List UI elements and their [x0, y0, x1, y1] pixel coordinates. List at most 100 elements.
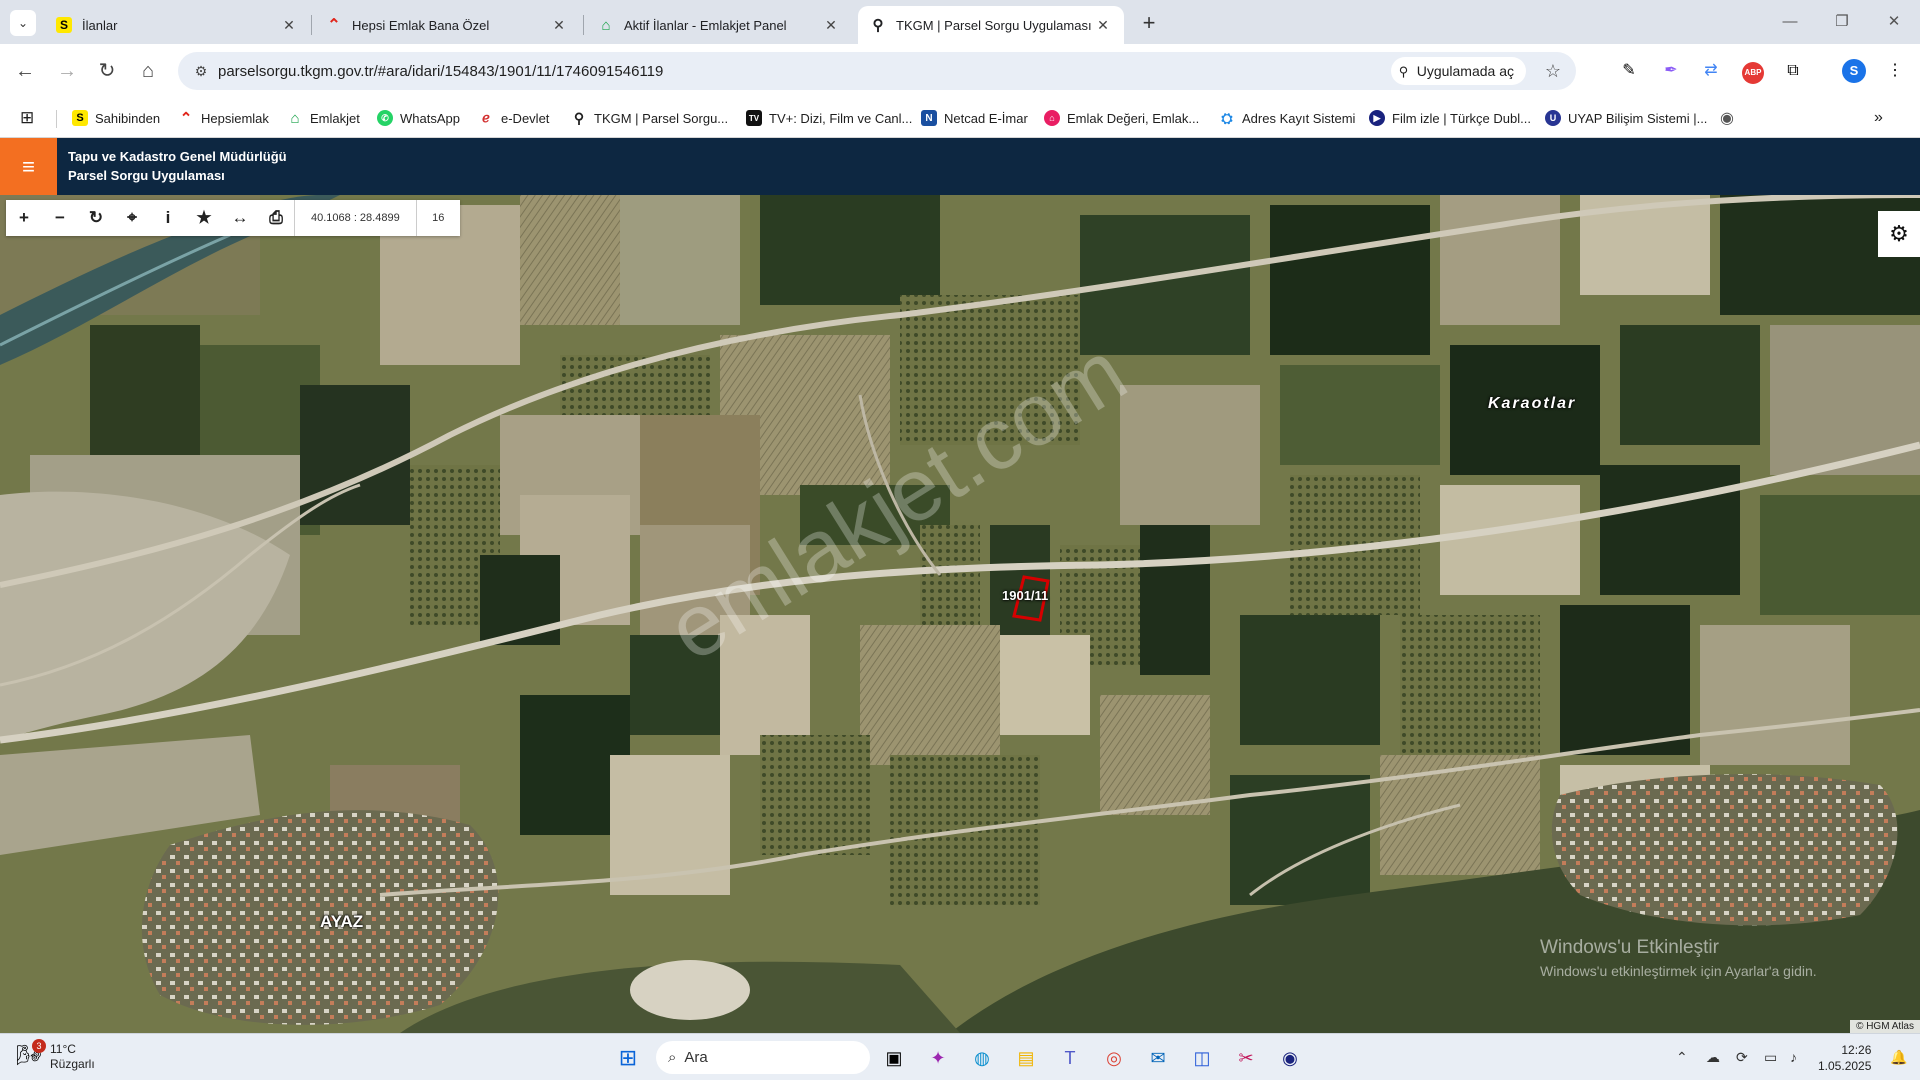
info-icon[interactable]: i [150, 200, 186, 236]
onedrive-icon[interactable]: ☁ [1706, 1049, 1720, 1066]
edge-browser-icon[interactable]: ◍ [966, 1042, 998, 1074]
site-info-icon[interactable]: ⚙ [184, 63, 218, 80]
volume-icon[interactable]: ♪ [1790, 1049, 1797, 1065]
windows-activation-notice: Windows'u Etkinleştir Windows'u etkinleş… [1540, 937, 1817, 979]
teams-icon[interactable]: T [1054, 1042, 1086, 1074]
edevlet-icon: ℯ [482, 110, 490, 125]
address-bar[interactable]: ⚙ parselsorgu.tkgm.gov.tr/#ara/idari/154… [178, 52, 1576, 90]
map-attribution: © HGM Atlas [1850, 1020, 1920, 1033]
map-view[interactable]: + − ↻ ⌖ i ★ ↔ ⎙ 40.1068 : 28.4899 16 ⚙ K… [0, 195, 1920, 1033]
refresh-icon[interactable]: ↻ [78, 200, 114, 236]
favorite-star-icon[interactable]: ★ [186, 200, 222, 236]
windows-taskbar: 🌬 3 11°C Rüzgarlı ⊞ ⌕ Ara ▣ ✦ ◍ ▤ T ◎ ✉ ◫… [0, 1033, 1920, 1080]
notification-badge: 3 [32, 1039, 46, 1053]
windows-start-icon[interactable]: ⊞ [612, 1042, 644, 1074]
tray-overflow-icon[interactable]: ⌃ [1676, 1049, 1688, 1066]
hamburger-menu-icon[interactable]: ≡ [0, 138, 57, 195]
bookmark-whatsapp[interactable]: ✆ WhatsApp [377, 108, 460, 128]
more-bookmarks-icon[interactable]: » [1874, 108, 1883, 128]
zoom-out-icon[interactable]: − [42, 200, 78, 236]
copilot-icon[interactable]: ✦ [922, 1042, 954, 1074]
apps-grid-icon[interactable]: ⊞ [20, 108, 34, 128]
location-pin-icon: ⚲ [872, 17, 884, 34]
url-text[interactable]: parselsorgu.tkgm.gov.tr/#ara/idari/15484… [218, 63, 1391, 80]
translate-extension-icon[interactable]: ⇄ [1696, 56, 1726, 86]
globe-icon[interactable]: ◉ [1720, 108, 1734, 128]
new-tab-button[interactable]: + [1136, 10, 1162, 36]
profile-avatar[interactable]: S [1842, 59, 1866, 83]
forward-button[interactable]: → [52, 56, 82, 86]
tab-tkgm-parsel-sorgu[interactable]: ⚲ TKGM | Parsel Sorgu Uygulaması ✕ [858, 6, 1124, 44]
adres-icon: ⛭ [1221, 109, 1233, 126]
bookmark-uyap[interactable]: U UYAP Bilişim Sistemi |... [1545, 108, 1707, 128]
open-in-app-button[interactable]: ⚲ Uygulamada aç [1390, 57, 1526, 85]
snipping-tool-icon[interactable]: ✂ [1230, 1042, 1262, 1074]
tab-separator [311, 15, 312, 35]
print-icon[interactable]: ⎙ [258, 200, 294, 236]
extensions-puzzle-icon[interactable]: ⧉ [1778, 56, 1808, 86]
film-icon: ▶ [1369, 110, 1385, 126]
weather-widget[interactable]: 🌬 3 11°C Rüzgarlı [16, 1039, 95, 1072]
taskbar-search-box[interactable]: ⌕ Ara [656, 1041, 870, 1074]
bookmark-tvplus[interactable]: TV TV+: Dizi, Film ve Canl... [746, 108, 912, 128]
camera-app-icon[interactable]: ◉ [1274, 1042, 1306, 1074]
bookmark-sahibinden[interactable]: S Sahibinden [72, 108, 160, 128]
bookmark-hepsiemlak[interactable]: ⌃ Hepsiemlak [178, 108, 269, 128]
locate-crosshair-icon[interactable]: ⌖ [114, 200, 150, 236]
whatsapp-icon: ✆ [377, 110, 393, 126]
hepsiemlak-icon: ⌃ [179, 110, 193, 127]
restore-button[interactable]: ❐ [1822, 8, 1862, 36]
tab-separator [583, 15, 584, 35]
bookmark-film-izle[interactable]: ▶ Film izle | Türkçe Dubl... [1369, 108, 1531, 128]
task-view-icon[interactable]: ▣ [878, 1042, 910, 1074]
minimize-button[interactable]: — [1770, 8, 1810, 36]
close-icon[interactable]: ✕ [822, 16, 840, 34]
emlak-degeri-icon: ⌂ [1044, 110, 1060, 126]
back-button[interactable]: ← [10, 56, 40, 86]
bookmark-emlakjet[interactable]: ⌂ Emlakjet [287, 108, 359, 128]
map-toolbar: + − ↻ ⌖ i ★ ↔ ⎙ 40.1068 : 28.4899 16 [6, 200, 460, 236]
notification-bell-icon[interactable]: 🔔 [1890, 1049, 1907, 1066]
tab-emlakjet-panel[interactable]: ⌂ Aktif İlanlar - Emlakjet Panel ✕ [586, 6, 852, 44]
close-icon[interactable]: ✕ [1094, 16, 1112, 34]
search-icon: ⌕ [668, 1049, 677, 1066]
outlook-icon[interactable]: ✉ [1142, 1042, 1174, 1074]
zoom-in-icon[interactable]: + [6, 200, 42, 236]
system-clock[interactable]: 12:26 1.05.2025 [1818, 1042, 1871, 1074]
bookmark-star-icon[interactable]: ☆ [1536, 61, 1570, 82]
village-label-karaotlar: Karaotlar [1488, 395, 1577, 412]
store-icon[interactable]: ◫ [1186, 1042, 1218, 1074]
close-window-button[interactable]: ✕ [1874, 8, 1914, 36]
bookmark-tkgm[interactable]: ⚲ TKGM | Parsel Sorgu... [571, 108, 728, 128]
pen-extension-icon[interactable]: ✒ [1656, 56, 1686, 86]
adblock-extension-icon[interactable]: ABP [1738, 56, 1768, 86]
menu-kebab-icon[interactable]: ⋮ [1880, 56, 1910, 86]
tab-ilanlar[interactable]: S İlanlar ✕ [44, 6, 310, 44]
file-explorer-icon[interactable]: ▤ [1010, 1042, 1042, 1074]
bookmark-adres-kayit[interactable]: ⛭ Adres Kayıt Sistemi [1219, 108, 1355, 128]
emlakjet-icon: ⌂ [601, 16, 611, 34]
chrome-icon[interactable]: ◎ [1098, 1042, 1130, 1074]
bookmark-netcad[interactable]: N Netcad E-İmar [921, 108, 1028, 128]
reload-button[interactable]: ↻ [92, 56, 122, 86]
sahibinden-icon: S [72, 110, 88, 126]
chevron-down-icon: ⌄ [17, 16, 29, 30]
sync-icon[interactable]: ⟳ [1736, 1049, 1748, 1066]
parcel-label[interactable]: 1901/11 [1002, 588, 1048, 603]
close-icon[interactable]: ✕ [550, 16, 568, 34]
measure-icon[interactable]: ↔ [222, 200, 258, 236]
close-icon[interactable]: ✕ [280, 16, 298, 34]
eyedropper-extension-icon[interactable]: ✎ [1614, 56, 1644, 86]
home-button[interactable]: ⌂ [133, 56, 163, 86]
app-header: ≡ Tapu ve Kadastro Genel Müdürlüğü Parse… [0, 138, 1920, 195]
coordinate-readout: 40.1068 : 28.4899 [294, 200, 416, 236]
bookmark-edevlet[interactable]: ℯ e-Devlet [478, 108, 549, 128]
tab-hepsiemlak[interactable]: ⌃ Hepsi Emlak Bana Özel ✕ [314, 6, 580, 44]
browser-tab-strip: ⌄ S İlanlar ✕ ⌃ Hepsi Emlak Bana Özel ✕ … [0, 0, 1920, 44]
bookmark-emlak-degeri[interactable]: ⌂ Emlak Değeri, Emlak... [1044, 108, 1199, 128]
browser-toolbar: ← → ↻ ⌂ ⚙ parselsorgu.tkgm.gov.tr/#ara/i… [0, 44, 1920, 98]
emlakjet-icon: ⌂ [290, 109, 300, 127]
tab-search-button[interactable]: ⌄ [10, 10, 36, 36]
settings-gear-icon[interactable]: ⚙ [1878, 211, 1920, 257]
network-icon[interactable]: ▭ [1764, 1049, 1777, 1066]
